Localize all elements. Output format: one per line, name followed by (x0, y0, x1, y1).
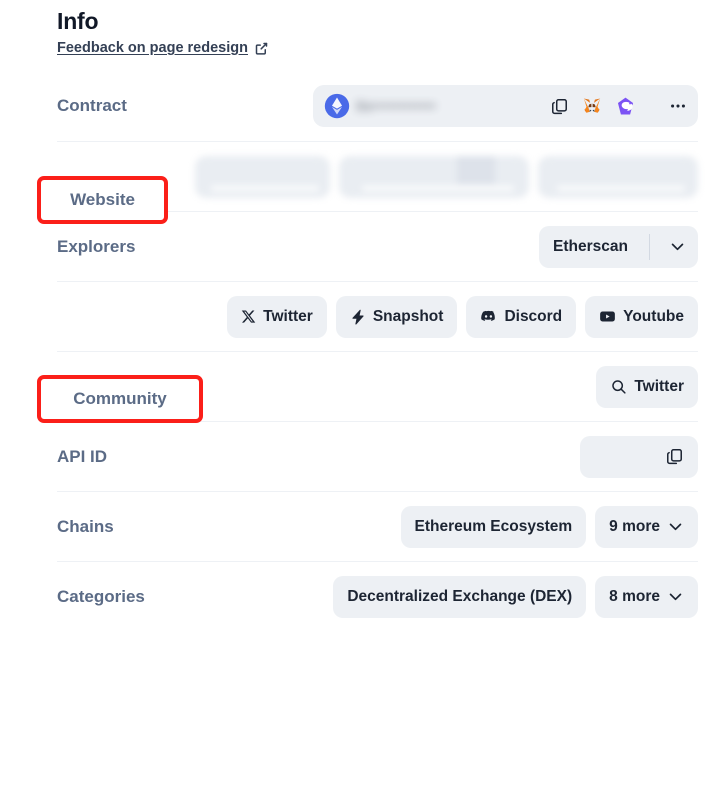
info-panel: Info Feedback on page redesign Contract (0, 0, 720, 803)
row-value-contract: 0x•••••••••••• (137, 85, 698, 127)
more-horizontal-icon[interactable] (668, 96, 688, 116)
annotation-label-community: Community (73, 389, 167, 408)
rabby-wallet-icon[interactable] (615, 96, 636, 117)
copy-icon[interactable] (550, 97, 569, 116)
explorer-chip-divider (649, 233, 650, 260)
copy-icon[interactable] (665, 447, 684, 466)
row-value-chains: Ethereum Ecosystem 9 more (124, 505, 698, 548)
community-chip-label: Discord (504, 307, 563, 325)
api-id-chip[interactable] (580, 435, 698, 478)
row-contract: Contract 0x•••••••••••• (57, 71, 698, 141)
annotation-highlight-website: Website (37, 176, 168, 224)
row-value-website (132, 155, 698, 198)
panel-header: Info Feedback on page redesign (0, 0, 720, 57)
category-chip-primary[interactable]: Decentralized Exchange (DEX) (333, 575, 587, 618)
row-community: Community Twitter Sn (57, 281, 698, 351)
chains-more-label: 9 more (609, 517, 660, 535)
row-value-api-id (117, 435, 698, 478)
website-chip-3[interactable] (538, 155, 698, 198)
chain-chip-label: Ethereum Ecosystem (414, 517, 573, 535)
row-label-api-id: API ID (57, 446, 108, 466)
website-chip-1[interactable] (195, 155, 330, 198)
ethereum-icon (324, 93, 350, 119)
explorer-name[interactable]: Etherscan (539, 226, 642, 268)
search-on-chip-label: Twitter (634, 377, 684, 395)
row-label-contract: Contract (57, 96, 127, 115)
search-on-twitter-chip[interactable]: Twitter (596, 365, 698, 408)
annotation-highlight-community: Community (37, 375, 203, 423)
contract-actions (550, 96, 698, 117)
row-value-categories: Decentralized Exchange (DEX) 8 more (155, 575, 698, 618)
chevron-down-icon (667, 588, 684, 605)
chains-more-button[interactable]: 9 more (595, 505, 698, 548)
row-chains: Chains Ethereum Ecosystem 9 more (57, 491, 698, 561)
contract-address-text: 0x•••••••••••• (356, 97, 436, 115)
page-title: Info (57, 8, 99, 34)
row-label-explorers: Explorers (57, 236, 136, 256)
row-categories: Categories Decentralized Exchange (DEX) … (57, 561, 698, 631)
website-chip-2[interactable] (339, 155, 529, 198)
contract-address-chip[interactable]: 0x•••••••••••• (313, 85, 698, 127)
row-api-id: API ID (57, 421, 698, 491)
x-twitter-icon (241, 309, 256, 324)
community-chip-label: Twitter (263, 307, 313, 325)
contract-address-zone[interactable]: 0x•••••••••••• (313, 93, 550, 119)
row-label-chains: Chains (57, 516, 114, 536)
community-chip-snapshot[interactable]: Snapshot (335, 295, 458, 338)
youtube-icon (599, 308, 616, 325)
row-value-search-on: Twitter (149, 365, 698, 408)
categories-more-button[interactable]: 8 more (595, 575, 698, 618)
external-link-icon (254, 41, 269, 56)
community-chip-label: Snapshot (372, 307, 444, 325)
community-chip-label: Youtube (623, 307, 684, 325)
feedback-link[interactable]: Feedback on page redesign (57, 40, 269, 56)
row-value-explorers: Etherscan (145, 225, 698, 268)
row-label-categories: Categories (57, 586, 145, 606)
community-chip-twitter[interactable]: Twitter (227, 295, 327, 338)
chevron-down-icon[interactable] (657, 226, 698, 268)
chain-chip-primary[interactable]: Ethereum Ecosystem (400, 505, 587, 548)
lightning-bolt-icon (350, 309, 366, 325)
info-rows: Contract 0x•••••••••••• Explorers Ethers… (0, 71, 720, 631)
explorer-selector-chip[interactable]: Etherscan (539, 225, 698, 268)
metamask-icon[interactable] (582, 96, 602, 116)
categories-more-label: 8 more (609, 587, 660, 605)
search-icon (610, 378, 627, 395)
annotation-label-website: Website (70, 190, 135, 209)
row-value-community: Twitter Snapshot Discord Youtube (161, 295, 698, 338)
discord-icon (480, 308, 497, 325)
category-chip-label: Decentralized Exchange (DEX) (347, 587, 573, 605)
chevron-down-icon (667, 518, 684, 535)
community-chip-youtube[interactable]: Youtube (585, 295, 698, 338)
feedback-link-label: Feedback on page redesign (57, 40, 248, 56)
community-chip-discord[interactable]: Discord (466, 295, 577, 338)
